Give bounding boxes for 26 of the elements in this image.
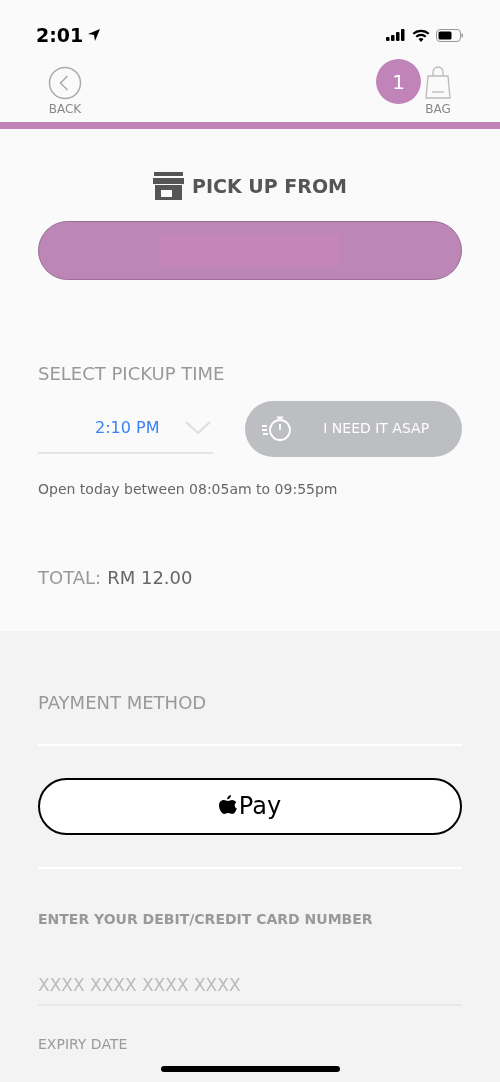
payment-method-heading: PAYMENT METHOD bbox=[38, 690, 208, 715]
apple-pay-button[interactable]: Pay bbox=[38, 777, 462, 835]
battery-icon bbox=[436, 28, 464, 42]
back-circle-icon bbox=[48, 66, 82, 100]
wifi-icon bbox=[412, 28, 430, 42]
expiry-date-label: EXPIRY DATE bbox=[38, 1034, 129, 1054]
bag-count-badge: 1 bbox=[376, 59, 421, 104]
opening-hours-note: Open today between 08:05am to 09:55pm bbox=[38, 479, 339, 499]
card-number-heading: ENTER YOUR DEBIT/CREDIT CARD NUMBER bbox=[38, 909, 374, 929]
back-button[interactable]: BACK bbox=[48, 66, 82, 118]
total-amount: RM 12.00 bbox=[107, 565, 193, 590]
stopwatch-icon bbox=[261, 415, 294, 442]
pickup-heading: PICK UP FROM bbox=[192, 174, 347, 199]
pickup-time-heading: SELECT PICKUP TIME bbox=[38, 361, 226, 386]
signal-icon bbox=[386, 29, 406, 41]
location-arrow-icon bbox=[87, 28, 102, 42]
bag-button[interactable]: BAG bbox=[418, 66, 452, 118]
card-number-field[interactable]: XXXX XXXX XXXX XXXX bbox=[38, 965, 462, 1006]
time-dropdown[interactable]: 2:10 PM bbox=[38, 403, 214, 454]
status-time: 2:01 bbox=[36, 22, 84, 48]
storefront-icon bbox=[153, 172, 185, 201]
shopping-bag-icon bbox=[424, 66, 452, 100]
apple-logo-icon bbox=[218, 795, 237, 817]
chevron-down-icon bbox=[185, 420, 212, 435]
total-label: TOTAL: bbox=[38, 565, 102, 590]
asap-button[interactable]: I NEED IT ASAP bbox=[245, 400, 462, 457]
